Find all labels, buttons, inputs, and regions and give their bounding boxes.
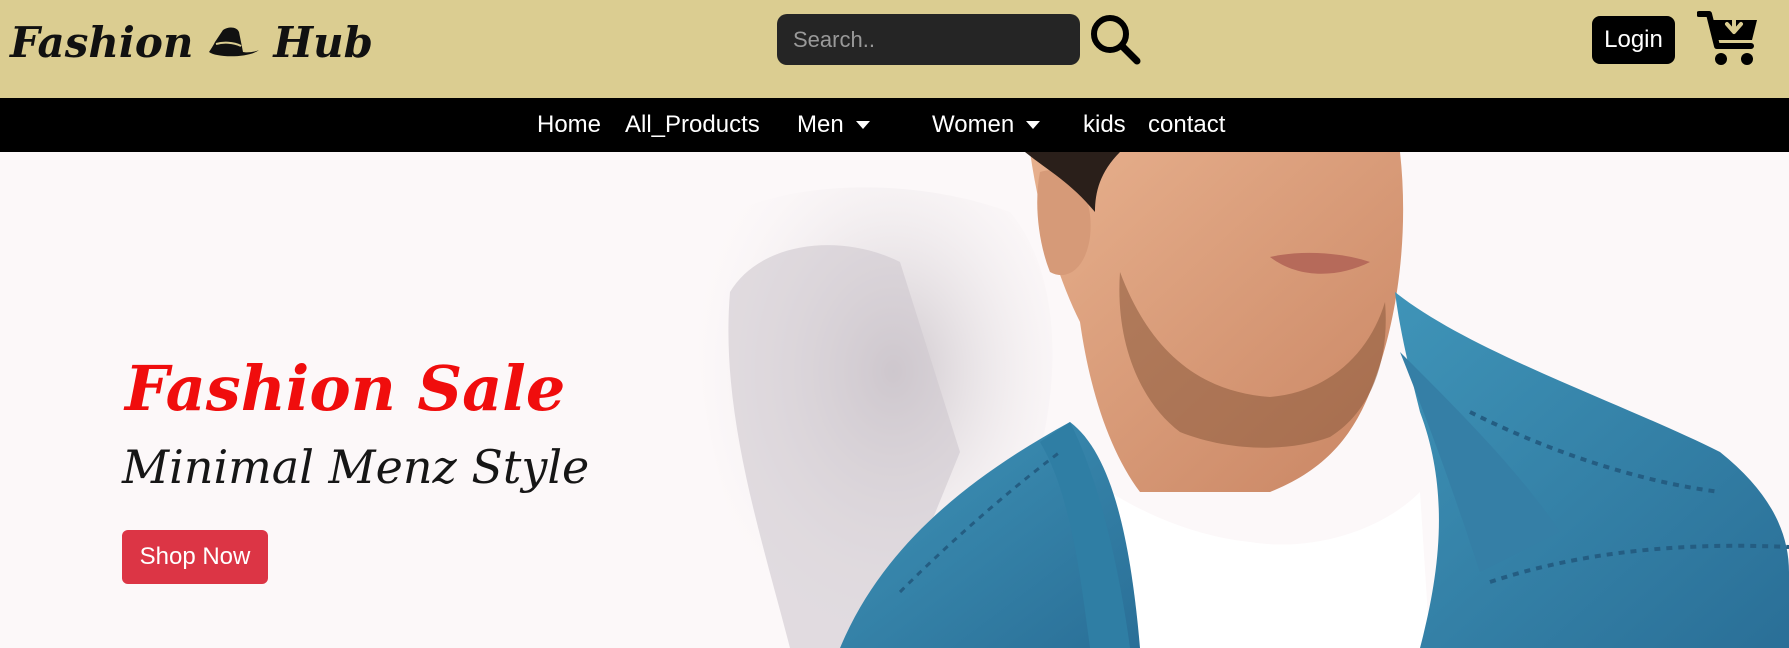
- cart-icon[interactable]: [1697, 10, 1761, 68]
- hero-banner: Fashion Sale Minimal Menz Style Shop Now: [0, 152, 1789, 648]
- brand-name-second: Hub: [273, 17, 374, 67]
- nav-item-women[interactable]: Women: [932, 98, 1041, 152]
- nav-item-label: Men: [797, 111, 844, 138]
- brand-logo[interactable]: Fashion Hub: [10, 12, 373, 72]
- nav-item-label: All_Products: [625, 111, 760, 138]
- nav-item-all-products[interactable]: All_Products: [625, 98, 760, 152]
- nav-item-label: contact: [1148, 111, 1226, 138]
- hat-icon: [209, 27, 260, 57]
- nav-item-label: Women: [932, 111, 1015, 138]
- hero-subtitle: Minimal Menz Style: [122, 440, 590, 494]
- nav-item-home[interactable]: Home: [537, 98, 601, 152]
- caret-down-icon: [855, 121, 870, 129]
- search-box: [777, 14, 1080, 65]
- hero-title: Fashion Sale: [125, 352, 566, 425]
- shop-now-button[interactable]: Shop Now: [122, 530, 268, 584]
- nav-item-kids[interactable]: kids: [1083, 98, 1126, 152]
- nav-item-label: Home: [537, 111, 602, 138]
- search-icon[interactable]: [1088, 12, 1142, 66]
- nav-item-men[interactable]: Men: [797, 98, 870, 152]
- brand-name-first: Fashion: [10, 17, 194, 67]
- caret-down-icon: [1026, 121, 1041, 129]
- main-nav: Home All_Products Men Women kids contact: [0, 98, 1789, 152]
- header: Fashion Hub Login: [0, 0, 1789, 98]
- nav-item-contact[interactable]: contact: [1148, 98, 1225, 152]
- nav-item-label: kids: [1083, 111, 1126, 138]
- search-input[interactable]: [791, 25, 1066, 54]
- login-button[interactable]: Login: [1592, 16, 1675, 64]
